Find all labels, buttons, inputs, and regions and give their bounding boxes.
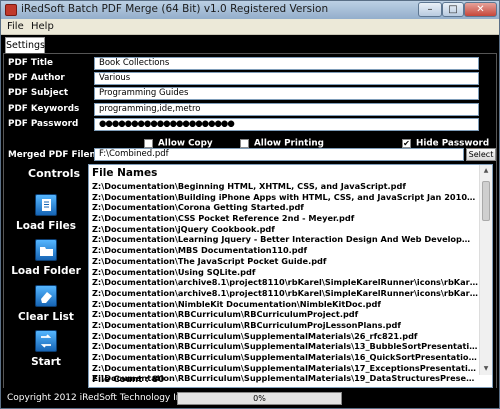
list-item[interactable]: Z:\Documentation\Building iPhone Apps wi… (92, 192, 478, 203)
hide-password-box[interactable]: ✔ (402, 139, 411, 148)
scroll-down-icon[interactable]: ▼ (480, 363, 492, 375)
allow-copy-box[interactable] (144, 139, 153, 148)
list-item[interactable]: Z:\Documentation\Beginning HTML, XHTML, … (92, 181, 478, 192)
list-item[interactable]: Z:\Documentation\The JavaScript Pocket G… (92, 256, 478, 267)
file-list-items: Z:\Documentation\Beginning HTML, XHTML, … (92, 181, 478, 384)
list-item[interactable]: Z:\Documentation\RBCurriculum\Supplement… (92, 352, 478, 363)
vertical-scrollbar[interactable]: ▲ ▼ (479, 165, 492, 375)
pdf-subject-field[interactable]: Programming Guides (94, 87, 479, 100)
scroll-thumb[interactable] (482, 181, 490, 221)
load-folder-button[interactable]: Load Folder (4, 239, 88, 277)
minimize-button[interactable]: – (418, 2, 442, 17)
tab-settings[interactable]: Settings (5, 37, 45, 53)
allow-printing-box[interactable] (240, 139, 249, 148)
tab-strip: Settings (1, 35, 499, 53)
select-button[interactable]: Select (466, 148, 496, 161)
controls-heading: Controls (28, 167, 81, 180)
progress-bar: 0% (177, 392, 342, 405)
file-names-header: File Names (92, 167, 158, 179)
pdf-title-label: PDF Title (8, 58, 54, 68)
pdf-password-field[interactable]: ●●●●●●●●●●●●●●●●●●●●● (94, 118, 479, 131)
list-item[interactable]: Z:\Documentation\jQuery Cookbook.pdf (92, 224, 478, 235)
pdf-keywords-label: PDF Keywords (8, 104, 80, 114)
menu-help[interactable]: Help (31, 21, 54, 32)
app-icon (5, 4, 17, 16)
list-item[interactable]: Z:\Documentation\RBCurriculum\Supplement… (92, 341, 478, 352)
settings-pane: PDF Title Book Collections PDF Author Va… (3, 53, 497, 405)
pdf-author-label: PDF Author (8, 73, 65, 83)
allow-copy-label: Allow Copy (158, 138, 213, 149)
hide-password-label: Hide Password (416, 138, 490, 149)
list-item[interactable]: Z:\Documentation\RBCurriculum\Supplement… (92, 331, 478, 342)
title-bar[interactable]: iRedSoft Batch PDF Merge (64 Bit) v1.0 R… (1, 1, 499, 19)
file-count: File Count : 80 (92, 375, 165, 385)
menu-bar: File Help (1, 19, 499, 35)
pdf-subject-label: PDF Subject (8, 88, 69, 98)
merged-filename-field[interactable]: F:\Combined.pdf (94, 148, 464, 161)
list-item[interactable]: Z:\Documentation\CSS Pocket Reference 2n… (92, 213, 478, 224)
scroll-up-icon[interactable]: ▲ (480, 165, 492, 177)
list-item[interactable]: Z:\Documentation\archive8.1\project8110\… (92, 288, 478, 299)
list-item[interactable]: Z:\Documentation\RBCurriculum\RBCurricul… (92, 309, 478, 320)
pdf-author-field[interactable]: Various (94, 72, 479, 85)
pdf-password-label: PDF Password (8, 119, 79, 129)
list-item[interactable]: Z:\Documentation\Learning Jquery - Bette… (92, 234, 478, 245)
folder-icon (35, 239, 57, 261)
list-item[interactable]: Z:\Documentation\RBCurriculum\Supplement… (92, 363, 478, 374)
list-item[interactable]: Z:\Documentation\archive8.1\project8110\… (92, 277, 478, 288)
status-bar: Copyright 2012 iRedSoft Technology Inc 0… (1, 388, 499, 408)
allow-copy-checkbox[interactable]: Allow Copy (144, 133, 213, 149)
window-title: iRedSoft Batch PDF Merge (64 Bit) v1.0 R… (21, 3, 329, 15)
allow-printing-label: Allow Printing (254, 138, 324, 149)
list-item[interactable]: Z:\Documentation\MBS Documentation110.pd… (92, 245, 478, 256)
pdf-title-field[interactable]: Book Collections (94, 57, 479, 70)
eraser-icon (35, 285, 57, 307)
app-window: iRedSoft Batch PDF Merge (64 Bit) v1.0 R… (0, 0, 500, 409)
file-list[interactable]: File Names Z:\Documentation\Beginning HT… (88, 164, 493, 388)
start-label: Start (31, 356, 61, 368)
copyright-text: Copyright 2012 iRedSoft Technology Inc (7, 393, 187, 403)
start-button[interactable]: Start (4, 330, 88, 368)
load-files-button[interactable]: Load Files (4, 194, 88, 232)
clear-list-label: Clear List (18, 311, 74, 323)
list-item[interactable]: Z:\Documentation\Corona Getting Started.… (92, 202, 478, 213)
maximize-button[interactable]: □ (442, 2, 464, 17)
clear-list-button[interactable]: Clear List (4, 285, 88, 323)
list-item[interactable]: Z:\Documentation\Using SQLite.pdf (92, 267, 478, 278)
load-folder-label: Load Folder (11, 265, 81, 277)
list-item[interactable]: Z:\Documentation\RBCurriculum\RBCurricul… (92, 320, 478, 331)
allow-printing-checkbox[interactable]: Allow Printing (240, 133, 324, 149)
document-icon (35, 194, 57, 216)
pdf-keywords-field[interactable]: programming,ide,metro (94, 103, 479, 116)
menu-file[interactable]: File (7, 21, 24, 32)
hide-password-checkbox[interactable]: ✔ Hide Password (402, 133, 489, 149)
list-item[interactable]: Z:\Documentation\NimbleKit Documentation… (92, 299, 478, 310)
load-files-label: Load Files (16, 220, 76, 232)
merge-arrows-icon (35, 330, 57, 352)
close-button[interactable]: ✕ (464, 2, 497, 17)
